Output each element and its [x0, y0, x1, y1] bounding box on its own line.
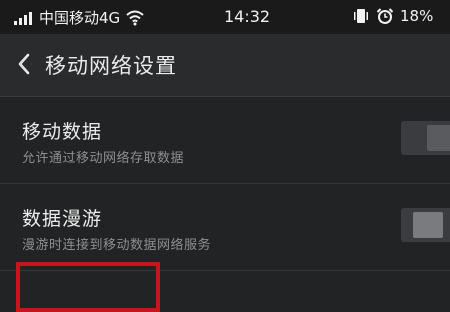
setting-title: 移动数据: [22, 121, 103, 143]
setting-data-roaming[interactable]: 数据漫游 漫游时连接到移动数据网络服务: [0, 184, 450, 271]
setting-mobile-data[interactable]: 移动数据 允许通过移动网络存取数据: [0, 97, 450, 184]
toggle-knob: [427, 125, 450, 151]
settings-list: 移动数据 允许通过移动网络存取数据 数据漫游 漫游时连接到移动数据网络服务: [0, 97, 450, 271]
toggle-knob: [413, 212, 443, 238]
alarm-icon: [376, 8, 394, 24]
signal-icon: [14, 11, 32, 25]
battery-percent: 18%: [400, 7, 434, 25]
setting-subtitle: 允许通过移动网络存取数据: [22, 151, 185, 166]
carrier-label: 中国移动4G: [39, 9, 121, 27]
status-bar: 中国移动4G 14:32 18%: [0, 0, 450, 34]
setting-title: 数据漫游: [22, 208, 103, 230]
back-arrow-icon: [18, 53, 30, 75]
mobile-data-toggle[interactable]: [401, 121, 450, 155]
wifi-icon: [126, 10, 144, 25]
back-button[interactable]: [10, 49, 38, 79]
status-right: 18%: [352, 7, 450, 25]
status-time: 14:32: [224, 7, 271, 26]
highlight-annotation-box: [16, 262, 160, 312]
data-roaming-toggle[interactable]: [401, 208, 450, 242]
status-left: 中国移动4G: [14, 7, 144, 28]
vibrate-icon: [354, 9, 368, 23]
page-title: 移动网络设置: [45, 54, 177, 78]
setting-subtitle: 漫游时连接到移动数据网络服务: [22, 238, 212, 253]
title-bar: 移动网络设置: [0, 34, 450, 97]
